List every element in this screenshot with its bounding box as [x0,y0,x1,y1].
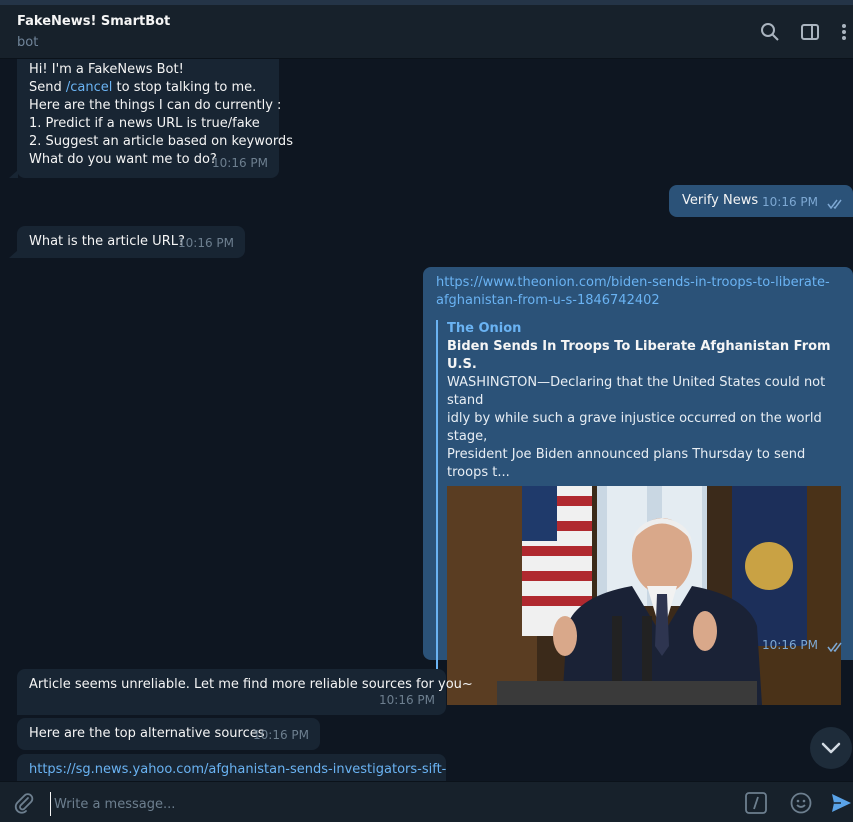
message-text: Hi! I'm a FakeNews Bot! [29,62,184,77]
chat-header: FakeNews! SmartBot bot [0,5,853,59]
sidebar-toggle-icon[interactable] [799,21,821,43]
message-time: 10:16 PM [762,195,818,209]
message-text: 2. Suggest an article based on keywords [29,134,293,149]
incoming-message[interactable]: https://sg.news.yahoo.com/afghanistan-se… [17,754,446,781]
attach-icon[interactable] [12,791,36,815]
cancel-command-link[interactable]: /cancel [66,80,113,95]
preview-description: WASHINGTON—Declaring that the United Sta… [447,375,826,408]
message-time: 10:16 PM [253,728,309,742]
chevron-down-icon [821,742,841,754]
message-time: 10:16 PM [379,693,435,707]
message-composer [0,781,853,822]
chat-title[interactable]: FakeNews! SmartBot [17,14,170,29]
search-icon[interactable] [759,21,781,43]
preview-description: idly by while such a grave injustice occ… [447,411,822,444]
incoming-message[interactable]: What is the article URL? 10:16 PM [17,226,245,258]
emoji-icon[interactable] [789,791,813,815]
preview-site-name: The Onion [447,321,522,336]
message-time: 10:16 PM [178,236,234,250]
message-text: Send /cancel to stop talking to me. [29,80,257,95]
article-url-link[interactable]: afghanistan-from-u-s-1846742402 [436,292,840,310]
read-checkmarks-icon [827,642,842,652]
message-text: 1. Predict if a news URL is true/fake [29,116,260,131]
outgoing-message[interactable]: Verify News 10:16 PM [669,185,853,217]
send-icon[interactable] [829,791,853,815]
message-list[interactable]: Hi! I'm a FakeNews Bot! Send /cancel to … [0,59,853,781]
incoming-message[interactable]: Here are the top alternative sources 10:… [17,718,320,750]
bubble-tail [9,250,18,258]
preview-description: President Joe Biden announced plans Thur… [447,447,806,480]
article-url-link[interactable]: https://www.theonion.com/biden-sends-in-… [436,274,840,292]
bubble-tail [9,170,18,178]
scroll-down-button[interactable] [810,727,852,769]
outgoing-link-message[interactable]: https://www.theonion.com/biden-sends-in-… [423,267,853,705]
chat-status: bot [17,35,39,50]
message-time: 10:16 PM [762,638,818,652]
more-vertical-icon[interactable] [835,21,853,43]
read-checkmarks-icon [827,199,842,209]
commands-icon[interactable] [744,791,768,815]
preview-title: Biden Sends In Troops To Liberate Afghan… [447,339,831,372]
message-text: Article seems unreliable. Let me find mo… [29,677,473,692]
message-text: Here are the things I can do currently : [29,98,282,113]
incoming-message[interactable]: Hi! I'm a FakeNews Bot! Send /cancel to … [17,59,293,178]
incoming-message[interactable]: Article seems unreliable. Let me find mo… [17,669,473,715]
message-time: 10:16 PM [212,156,268,170]
message-input[interactable] [50,792,736,816]
alternative-source-link[interactable]: https://sg.news.yahoo.com/afghanistan-se… [29,761,446,779]
preview-photo[interactable] [447,486,841,705]
